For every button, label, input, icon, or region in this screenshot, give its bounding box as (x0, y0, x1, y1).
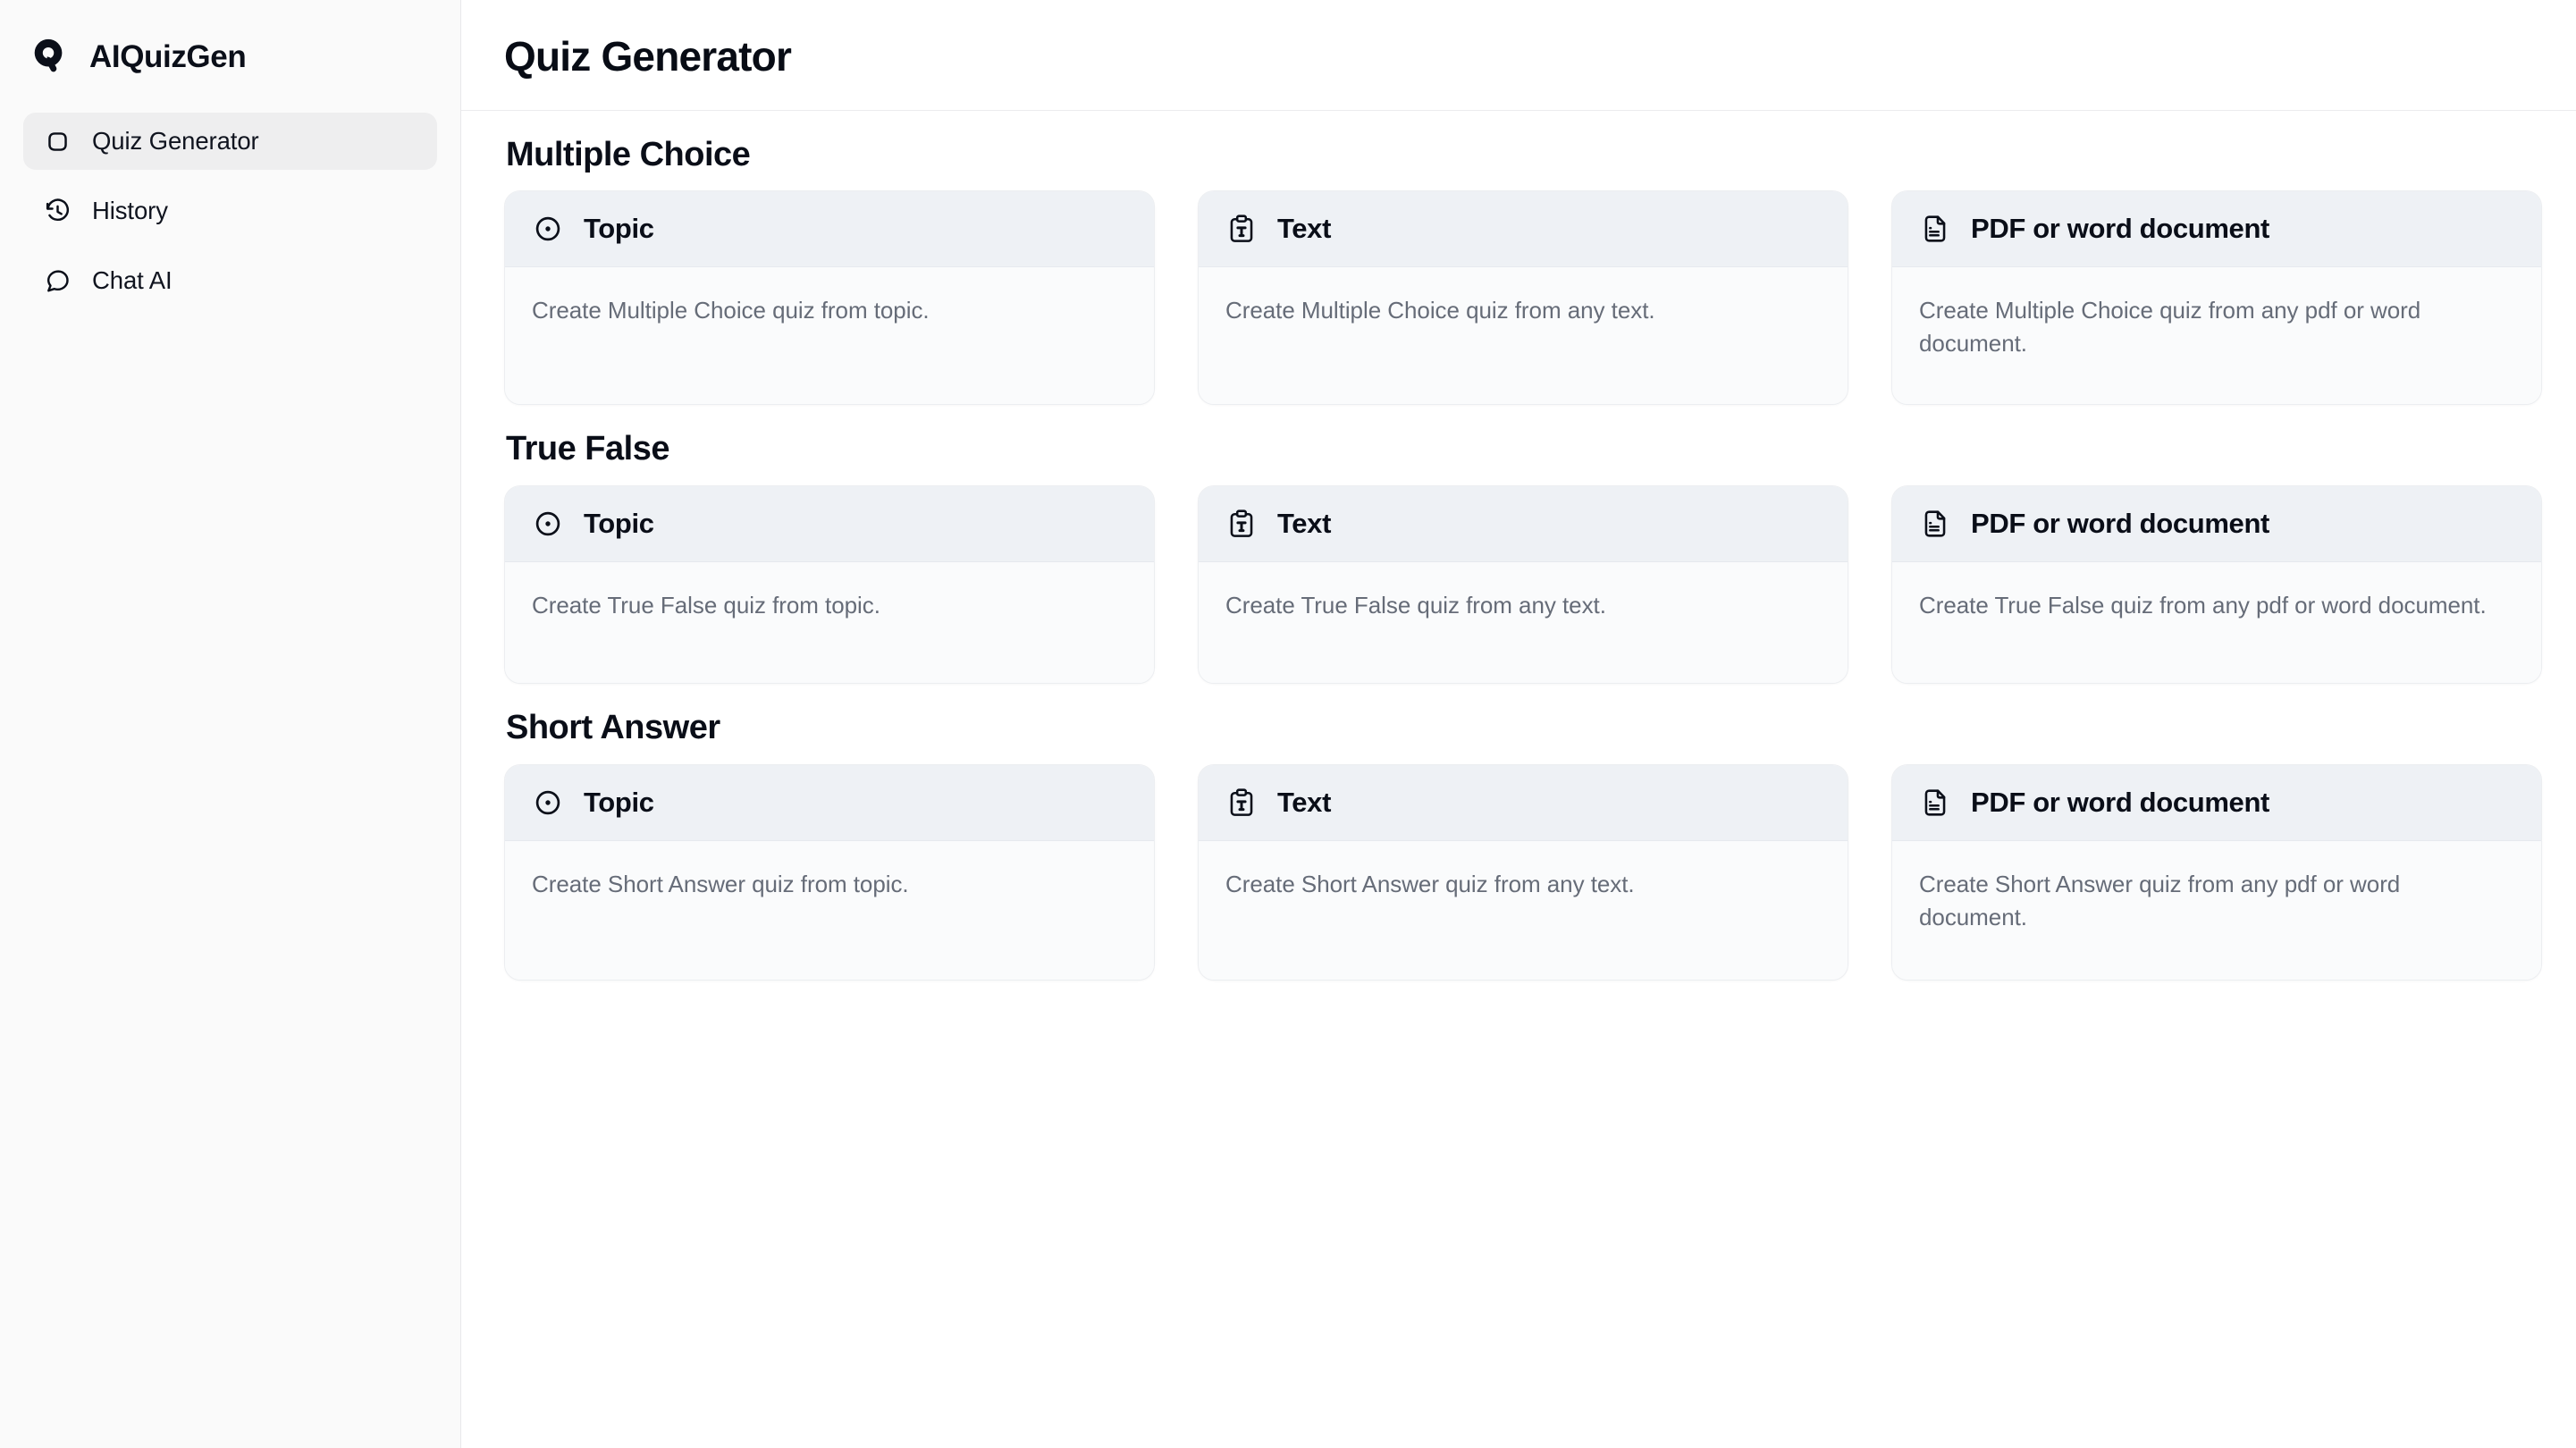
brand-name: AIQuizGen (89, 38, 247, 74)
clipboard-text-icon (1225, 787, 1258, 819)
content-area: Multiple Choice Topic Create Multiple Ch… (461, 136, 2576, 981)
squircle-icon (43, 127, 72, 156)
card-tf-text[interactable]: Text Create True False quiz from any tex… (1198, 484, 1848, 684)
card-body: Create Short Answer quiz from any text. (1199, 840, 1848, 980)
card-sa-topic[interactable]: Topic Create Short Answer quiz from topi… (504, 763, 1155, 981)
sidebar-item-quiz-generator[interactable]: Quiz Generator (23, 113, 437, 170)
sidebar-item-history[interactable]: History (23, 182, 437, 240)
card-header: Text (1199, 191, 1848, 268)
section-title-multiple-choice: Multiple Choice (506, 135, 751, 173)
card-body: Create Multiple Choice quiz from any pdf… (1892, 267, 2541, 405)
page-header: Quiz Generator (461, 0, 2576, 111)
sidebar-item-label: History (92, 197, 168, 225)
card-title: PDF or word document (1971, 213, 2270, 245)
card-header: PDF or word document (1892, 764, 2541, 841)
card-header: PDF or word document (1892, 485, 2541, 562)
card-mc-document[interactable]: PDF or word document Create Multiple Cho… (1891, 190, 2542, 406)
card-mc-topic[interactable]: Topic Create Multiple Choice quiz from t… (504, 190, 1155, 406)
card-body: Create Short Answer quiz from topic. (505, 840, 1154, 980)
sidebar-item-label: Quiz Generator (92, 127, 259, 156)
card-grid-multiple-choice: Topic Create Multiple Choice quiz from t… (504, 190, 2542, 406)
card-title: Topic (584, 507, 654, 539)
card-description: Create Short Answer quiz from any text. (1225, 870, 1635, 897)
chat-bubble-icon (43, 266, 72, 296)
card-description: Create True False quiz from topic. (532, 591, 880, 619)
card-title: Text (1277, 213, 1332, 245)
brand[interactable]: AIQuizGen (0, 0, 460, 113)
clipboard-text-icon (1225, 213, 1258, 245)
sidebar-item-chat-ai[interactable]: Chat AI (23, 252, 437, 309)
card-body: Create Short Answer quiz from any pdf or… (1892, 840, 2541, 980)
card-description: Create True False quiz from any pdf or w… (1919, 591, 2487, 619)
card-mc-text[interactable]: Text Create Multiple Choice quiz from an… (1198, 190, 1848, 406)
section-title-short-answer: Short Answer (506, 708, 720, 746)
card-body: Create Multiple Choice quiz from topic. (505, 267, 1154, 405)
card-header: PDF or word document (1892, 191, 2541, 268)
sidebar-nav: Quiz Generator History Chat AI (0, 113, 460, 309)
card-description: Create Short Answer quiz from topic. (532, 870, 909, 897)
card-body: Create True False quiz from any text. (1199, 561, 1848, 683)
card-body: Create Multiple Choice quiz from any tex… (1199, 267, 1848, 405)
card-description: Create True False quiz from any text. (1225, 591, 1606, 619)
circle-dot-icon (532, 787, 564, 819)
card-description: Create Short Answer quiz from any pdf or… (1919, 870, 2401, 930)
card-tf-document[interactable]: PDF or word document Create True False q… (1891, 484, 2542, 684)
card-body: Create True False quiz from topic. (505, 561, 1154, 683)
app-root: AIQuizGen Quiz Generator History Chat AI… (0, 0, 2576, 1448)
file-text-icon (1919, 213, 1951, 245)
quiz-logo-icon (29, 36, 70, 77)
card-description: Create Multiple Choice quiz from any pdf… (1919, 297, 2421, 358)
file-text-icon (1919, 787, 1951, 819)
card-header: Topic (505, 485, 1154, 562)
card-header: Topic (505, 764, 1154, 841)
sidebar-item-label: Chat AI (92, 266, 173, 295)
section-title-true-false: True False (506, 430, 669, 468)
circle-dot-icon (532, 213, 564, 245)
card-header: Text (1199, 485, 1848, 562)
card-grid-true-false: Topic Create True False quiz from topic. (504, 484, 2542, 684)
card-title: PDF or word document (1971, 507, 2270, 539)
card-title: Text (1277, 786, 1332, 818)
card-sa-text[interactable]: Text Create Short Answer quiz from any t… (1198, 763, 1848, 981)
card-title: Text (1277, 507, 1332, 539)
card-description: Create Multiple Choice quiz from topic. (532, 297, 930, 324)
card-grid-short-answer: Topic Create Short Answer quiz from topi… (504, 763, 2542, 981)
page-title: Quiz Generator (504, 33, 792, 80)
card-body: Create True False quiz from any pdf or w… (1892, 561, 2541, 683)
card-description: Create Multiple Choice quiz from any tex… (1225, 297, 1655, 324)
card-sa-document[interactable]: PDF or word document Create Short Answer… (1891, 763, 2542, 981)
card-header: Topic (505, 191, 1154, 268)
main-content: Quiz Generator Multiple Choice Topic Cre… (461, 0, 2576, 1448)
card-title: Topic (584, 786, 654, 818)
clipboard-text-icon (1225, 508, 1258, 540)
card-title: Topic (584, 213, 654, 245)
history-clock-icon (43, 197, 72, 226)
card-tf-topic[interactable]: Topic Create True False quiz from topic. (504, 484, 1155, 684)
card-header: Text (1199, 764, 1848, 841)
card-title: PDF or word document (1971, 786, 2270, 818)
circle-dot-icon (532, 508, 564, 540)
file-text-icon (1919, 508, 1951, 540)
sidebar: AIQuizGen Quiz Generator History Chat AI (0, 0, 461, 1448)
